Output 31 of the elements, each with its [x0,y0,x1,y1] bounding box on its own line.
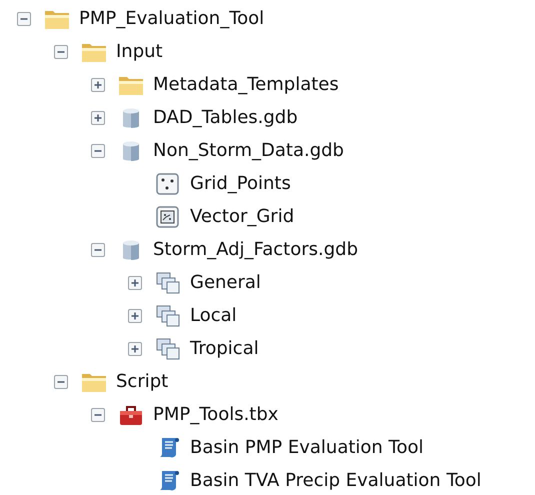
tree-item-label[interactable]: Script [116,371,168,392]
tree-item-label[interactable]: Grid_Points [190,173,291,194]
tree-item-label[interactable]: Basin PMP Evaluation Tool [190,437,424,458]
stacked-windows-icon [154,270,182,294]
collapse-icon[interactable] [54,44,68,58]
tree-item-label[interactable]: Basin TVA Precip Evaluation Tool [190,470,482,491]
tree-item-label[interactable]: Input [116,41,163,62]
expand-icon[interactable] [91,110,105,124]
tree-item-label[interactable]: Tropical [190,338,259,359]
tree-item-label[interactable]: PMP_Evaluation_Tool [79,8,264,29]
collapse-icon[interactable] [17,12,31,26]
collapse-icon[interactable] [91,242,105,256]
tree-item-label[interactable]: PMP_Tools.tbx [153,404,278,425]
collapse-icon[interactable] [91,144,105,158]
point-layer-icon [154,172,182,196]
stacked-windows-icon [154,304,182,328]
collapse-icon[interactable] [91,408,105,422]
tree-item-label[interactable]: Metadata_Templates [153,74,339,95]
expand-icon[interactable] [128,308,142,322]
stacked-windows-icon [154,336,182,360]
expand-icon[interactable] [128,276,142,290]
tree-item-label[interactable]: Non_Storm_Data.gdb [153,140,344,161]
tree-item-label[interactable]: Vector_Grid [190,206,294,227]
tree-item-label[interactable]: Storm_Adj_Factors.gdb [153,239,358,260]
expand-icon[interactable] [91,78,105,92]
tree-item-label[interactable]: DAD_Tables.gdb [153,107,298,128]
collapse-icon[interactable] [54,374,68,388]
tree-item-label[interactable]: Local [190,305,237,326]
tree-item-label[interactable]: General [190,272,261,293]
expand-icon[interactable] [128,342,142,356]
polygon-layer-icon [154,204,182,228]
